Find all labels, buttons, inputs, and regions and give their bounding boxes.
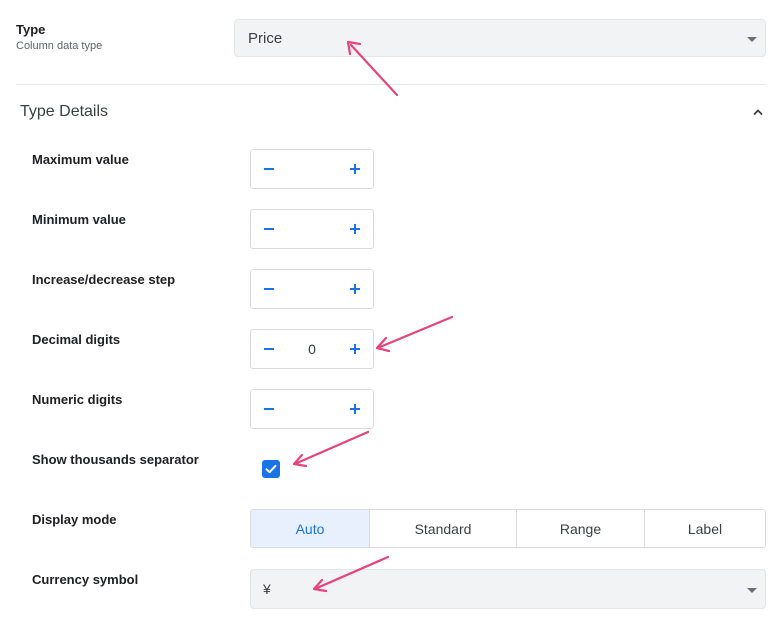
plus-icon — [350, 284, 360, 294]
increment-button[interactable] — [339, 210, 371, 248]
section-title[interactable]: Type Details — [20, 103, 108, 121]
numeric-digits-label: Numeric digits — [32, 392, 123, 407]
display-mode-label: Display mode — [32, 512, 117, 527]
increment-button[interactable] — [339, 150, 371, 188]
decimal-digits-label: Decimal digits — [32, 332, 121, 347]
divider — [16, 84, 766, 85]
minus-icon — [264, 408, 274, 410]
currency-symbol-select[interactable]: ¥ — [250, 569, 766, 609]
minimum-value-stepper[interactable] — [250, 209, 374, 249]
display-mode-label-option[interactable]: Label — [645, 510, 765, 547]
plus-icon — [350, 164, 360, 174]
currency-symbol-label: Currency symbol — [32, 572, 139, 587]
thousands-separator-label: Show thousands separator — [32, 452, 199, 467]
increment-button[interactable] — [339, 330, 371, 368]
plus-icon — [350, 404, 360, 414]
step-stepper[interactable] — [250, 269, 374, 309]
decimal-digits-stepper[interactable]: 0 — [250, 329, 374, 369]
display-mode-auto[interactable]: Auto — [251, 510, 370, 547]
chevron-up-icon[interactable] — [752, 106, 764, 118]
plus-icon — [350, 224, 360, 234]
decrement-button[interactable] — [253, 390, 285, 428]
minus-icon — [264, 228, 274, 230]
increment-button[interactable] — [339, 270, 371, 308]
decrement-button[interactable] — [253, 150, 285, 188]
minus-icon — [264, 348, 274, 350]
type-label: Type — [16, 22, 46, 37]
dropdown-caret-icon — [747, 37, 757, 42]
minus-icon — [264, 168, 274, 170]
decimal-digits-input[interactable]: 0 — [285, 341, 339, 357]
type-select-value: Price — [248, 30, 283, 47]
decrement-button[interactable] — [253, 210, 285, 248]
type-description: Column data type — [16, 40, 103, 52]
currency-symbol-value: ¥ — [263, 581, 271, 597]
step-label: Increase/decrease step — [32, 272, 176, 287]
maximum-value-stepper[interactable] — [250, 149, 374, 189]
display-mode-toggle[interactable]: Auto Standard Range Label — [250, 509, 766, 548]
numeric-digits-stepper[interactable] — [250, 389, 374, 429]
plus-icon — [350, 344, 360, 354]
type-select[interactable]: Price — [234, 19, 766, 57]
decrement-button[interactable] — [253, 330, 285, 368]
minus-icon — [264, 288, 274, 290]
maximum-value-label: Maximum value — [32, 152, 129, 167]
dropdown-caret-icon — [747, 588, 757, 593]
display-mode-standard[interactable]: Standard — [370, 510, 517, 547]
minimum-value-label: Minimum value — [32, 212, 126, 227]
decrement-button[interactable] — [253, 270, 285, 308]
increment-button[interactable] — [339, 390, 371, 428]
thousands-separator-checkbox[interactable] — [262, 460, 280, 478]
checkmark-icon — [265, 464, 277, 474]
display-mode-range[interactable]: Range — [517, 510, 645, 547]
